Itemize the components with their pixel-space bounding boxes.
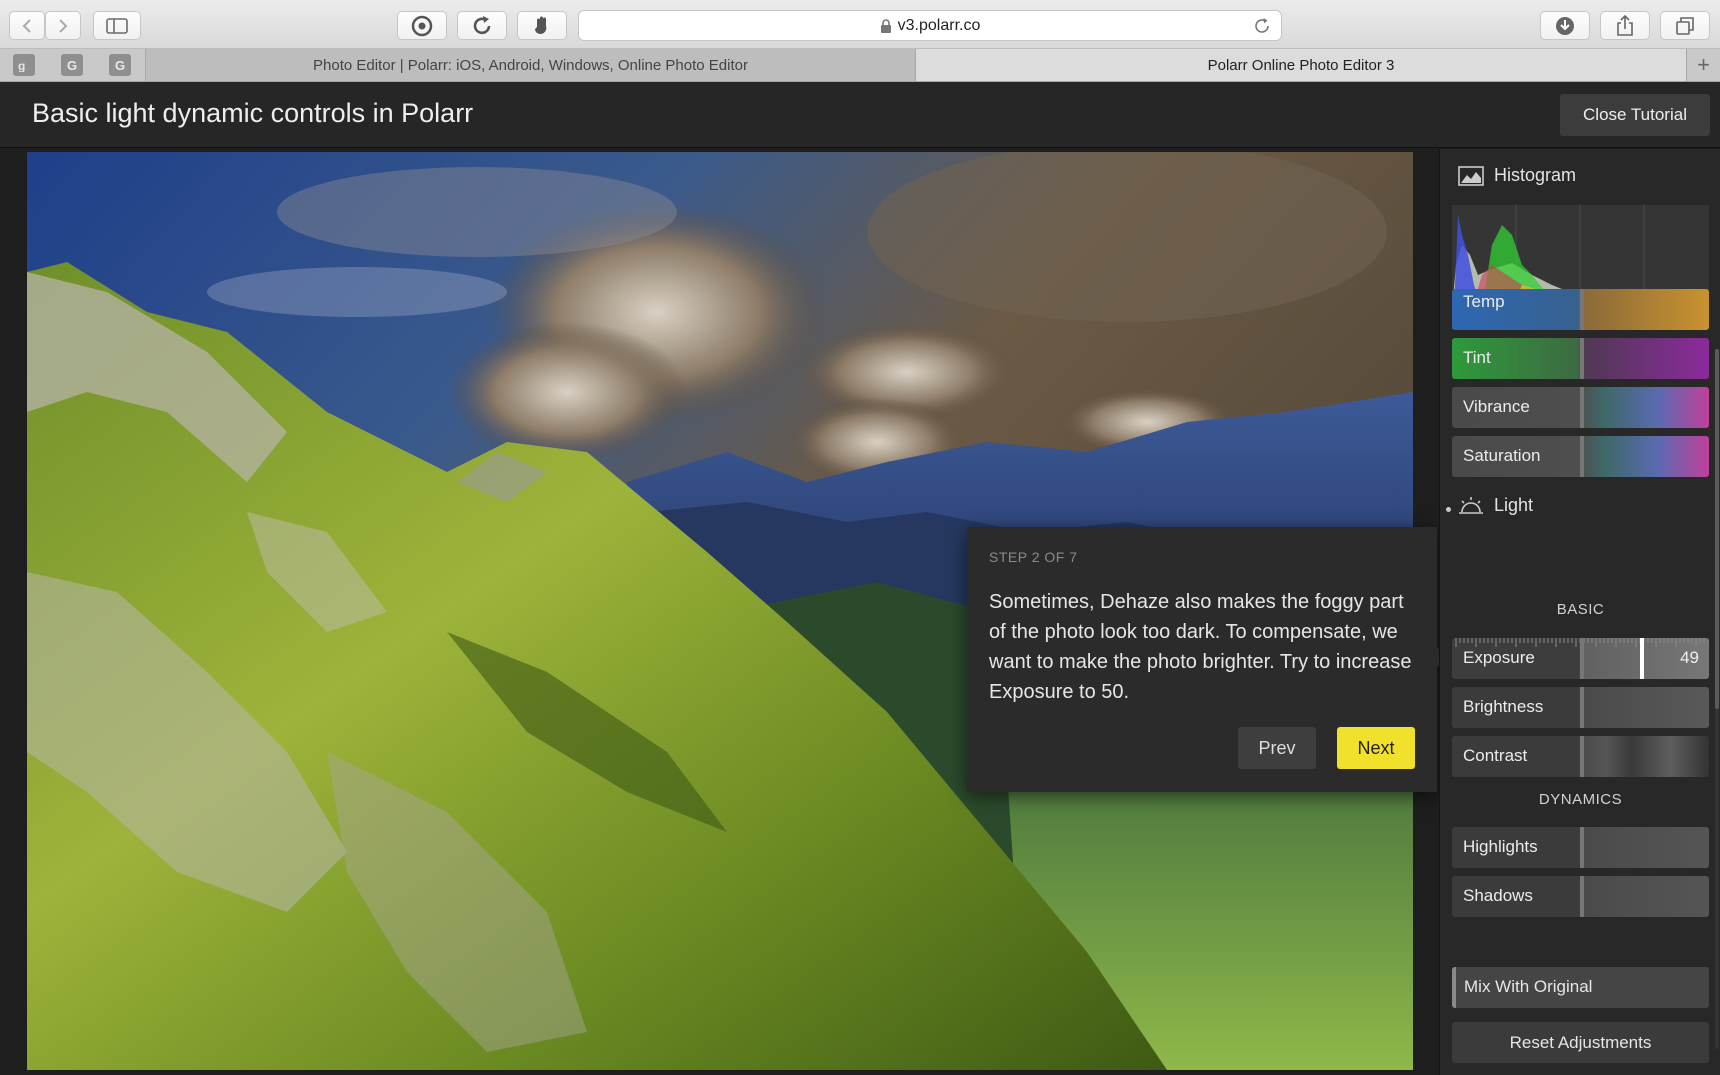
light-label: Light	[1494, 495, 1534, 515]
slider-center-mark	[1580, 289, 1584, 330]
brightness-slider[interactable]: Brightness	[1452, 687, 1709, 728]
eye-icon	[411, 15, 433, 36]
new-tab-button[interactable]: +	[1686, 49, 1720, 81]
download-icon	[1556, 16, 1574, 35]
share-icon	[1617, 14, 1633, 36]
exposure-slider[interactable]: Exposure 49	[1452, 638, 1709, 679]
slider-label: Contrast	[1463, 746, 1528, 765]
tab-bar: g G G Photo Editor | Polarr: iOS, Androi…	[0, 49, 1720, 82]
slider-center-mark	[1580, 338, 1584, 379]
slider-center-mark	[1580, 687, 1584, 728]
slider-center-mark	[1580, 876, 1584, 917]
back-button[interactable]	[9, 11, 45, 40]
highlights-slider[interactable]: Highlights	[1452, 827, 1709, 868]
slider-label: Brightness	[1463, 697, 1544, 716]
tab-label: Photo Editor | Polarr: iOS, Android, Win…	[313, 56, 748, 74]
slider-label: Shadows	[1463, 886, 1533, 905]
forward-button[interactable]	[45, 11, 81, 40]
tint-slider[interactable]: Tint	[1452, 338, 1709, 379]
basic-group-label: BASIC	[1556, 601, 1605, 618]
mix-with-original-slider[interactable]: Mix With Original	[1452, 967, 1709, 1008]
pinned-tab-1[interactable]: G	[61, 54, 83, 76]
prev-button[interactable]: Prev	[1238, 727, 1316, 769]
tab-label: Polarr Online Photo Editor 3	[1207, 56, 1395, 74]
chevron-right-icon	[59, 18, 68, 33]
shadows-slider[interactable]: Shadows	[1452, 876, 1709, 917]
tab-polarr-editor[interactable]: Polarr Online Photo Editor 3	[915, 49, 1686, 81]
exposure-slider-knob[interactable]	[1640, 638, 1645, 679]
hand-icon	[535, 16, 547, 34]
tab-photo-editor[interactable]: Photo Editor | Polarr: iOS, Android, Win…	[145, 49, 915, 81]
slider-label: Temp	[1463, 292, 1505, 311]
section-indicator-dot	[1446, 507, 1451, 512]
svg-text:g: g	[18, 59, 25, 72]
pinned-tab-google-plus[interactable]: g	[13, 54, 35, 76]
slider-center-mark	[1580, 827, 1584, 868]
panel-scrollbar-thumb[interactable]	[1715, 349, 1719, 709]
temp-slider[interactable]: Temp	[1452, 289, 1709, 330]
contrast-slider[interactable]: Contrast	[1452, 736, 1709, 777]
reset-adjustments-button[interactable]: Reset Adjustments	[1452, 1022, 1709, 1063]
slider-center-mark	[1580, 387, 1584, 428]
downloads-button[interactable]	[1540, 11, 1590, 40]
plus-icon: +	[1697, 52, 1710, 77]
show-tabs-button[interactable]	[1660, 11, 1710, 40]
refresh-arrow-icon	[473, 15, 491, 34]
url-text: v3.polarr.co	[897, 16, 981, 34]
extension-button-3[interactable]	[517, 11, 567, 40]
next-button[interactable]: Next	[1337, 727, 1415, 769]
tutorial-text: Sometimes, Dehaze also makes the foggy p…	[989, 591, 1412, 703]
dynamics-group-label: DYNAMICS	[1538, 791, 1623, 808]
tutorial-step: STEP 2 OF 7	[989, 549, 1078, 565]
close-tutorial-button[interactable]: Close Tutorial	[1560, 94, 1710, 136]
slider-center-mark	[1580, 736, 1584, 777]
sidebar-button[interactable]	[93, 11, 141, 40]
slider-label: Exposure	[1463, 648, 1535, 667]
sidebar-icon	[106, 17, 128, 34]
light-sun-icon	[1458, 496, 1484, 516]
page-title: Basic light dynamic controls in Polarr	[32, 98, 474, 128]
saturation-slider[interactable]: Saturation	[1452, 436, 1709, 477]
extension-button-2[interactable]	[457, 11, 507, 40]
app-header: Basic light dynamic controls in Polarr C…	[0, 82, 1720, 148]
extension-button-1[interactable]	[397, 11, 447, 40]
slider-label: Highlights	[1463, 837, 1538, 856]
chevron-left-icon	[22, 18, 31, 33]
slider-label: Saturation	[1463, 446, 1541, 465]
mix-label: Mix With Original	[1464, 977, 1593, 996]
vibrance-slider[interactable]: Vibrance	[1452, 387, 1709, 428]
slider-label: Tint	[1463, 348, 1491, 367]
browser-toolbar: v3.polarr.co	[0, 0, 1720, 49]
light-header[interactable]: Light	[1458, 495, 1533, 516]
exposure-value: 49	[1680, 648, 1699, 667]
lock-icon	[880, 18, 891, 33]
tutorial-popup: STEP 2 OF 7 Sometimes, Dehaze also makes…	[967, 527, 1447, 792]
reload-icon[interactable]	[1253, 17, 1271, 35]
slider-center-mark	[1580, 638, 1584, 679]
pinned-tab-2[interactable]: G	[109, 54, 131, 76]
histogram-label: Histogram	[1494, 165, 1577, 185]
google-plus-icon: g	[18, 59, 25, 72]
histogram-icon	[1458, 165, 1484, 186]
slider-label: Vibrance	[1463, 397, 1530, 416]
tabs-overview-icon	[1676, 16, 1694, 35]
slider-center-mark	[1580, 436, 1584, 477]
address-bar[interactable]: v3.polarr.co	[578, 10, 1282, 41]
adjustments-panel: Histogram Temp Tint Vibrance Saturation	[1439, 149, 1720, 1075]
share-button[interactable]	[1600, 11, 1650, 40]
histogram-header[interactable]: Histogram	[1458, 165, 1576, 186]
